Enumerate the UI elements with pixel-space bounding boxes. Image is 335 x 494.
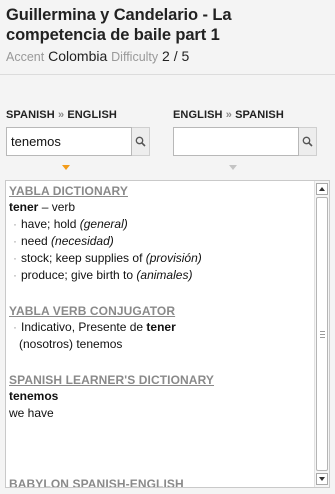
sense-note: (provisión) (145, 251, 202, 265)
sense-item: · have; hold (general) (13, 217, 128, 231)
grip-icon (320, 331, 325, 340)
scroll-down-button[interactable] (316, 473, 328, 485)
conjugation-line: · Indicativo, Presente de tener (13, 320, 176, 334)
conjugation-verb: tener (146, 320, 176, 334)
search-english-spanish: ENGLISH » SPANISH (173, 108, 317, 170)
yabla-dictionary-heading[interactable]: YABLA DICTIONARY (9, 183, 312, 199)
learners-headword: tenemos (9, 389, 59, 403)
direction-separator: » (225, 109, 232, 121)
learners-dictionary-heading[interactable]: SPANISH LEARNER'S DICTIONARY (9, 372, 312, 388)
sense-note: (necesidad) (51, 234, 114, 248)
lesson-header: Guillermina y Candelario - La competenci… (0, 0, 335, 72)
english-search-button[interactable] (299, 127, 317, 156)
sense-item: · stock; keep supplies of (provisión) (13, 251, 202, 265)
spanish-search-button[interactable] (132, 127, 150, 156)
difficulty-value: 2 / 5 (162, 48, 190, 64)
sense-text: produce; give birth to (21, 268, 134, 282)
sense-text: stock; keep supplies of (21, 251, 143, 265)
spanish-search-input[interactable] (6, 127, 132, 156)
verb-conjugator-heading[interactable]: YABLA VERB CONJUGATOR (9, 303, 312, 319)
search-to-language: ENGLISH (67, 109, 117, 121)
babylon-heading[interactable]: BABYLON SPANISH-ENGLISH (9, 476, 312, 487)
accent-value: Colombia (48, 48, 108, 64)
entry-part-of-speech: – verb (41, 200, 76, 214)
search-from-language: SPANISH (6, 109, 55, 121)
dictionary-results-panel[interactable]: YABLA DICTIONARY tener – verb · have; hol… (5, 180, 330, 488)
conjugation-tense: Indicativo, Presente de (21, 320, 144, 334)
sense-text: need (21, 234, 48, 248)
magnifier-icon (302, 136, 313, 147)
sense-item: · produce; give birth to (animales) (13, 268, 193, 282)
inactive-search-indicator-icon (229, 165, 237, 170)
search-direction-label: ENGLISH » SPANISH (173, 108, 317, 122)
results-content: YABLA DICTIONARY tener – verb · have; hol… (9, 181, 312, 487)
sense-note: (general) (79, 217, 128, 231)
search-direction-label: SPANISH » ENGLISH (6, 108, 150, 122)
magnifier-icon (135, 136, 146, 147)
results-scrollbar[interactable] (314, 181, 329, 487)
triangle-down-icon (319, 477, 325, 481)
learners-translation: we have (9, 406, 54, 420)
conjugation-form: (nosotros) tenemos (19, 337, 123, 351)
sense-text: have; hold (21, 217, 77, 231)
english-search-input[interactable] (173, 127, 299, 156)
triangle-up-icon (319, 187, 325, 191)
search-to-language: SPANISH (235, 109, 284, 121)
difficulty-label: Difficulty (111, 50, 159, 64)
sense-item: · need (necesidad) (13, 234, 114, 248)
accent-label: Accent (6, 50, 45, 64)
entry-headword: tener (9, 200, 39, 214)
scroll-up-button[interactable] (316, 183, 328, 195)
sense-note: (animales) (136, 268, 193, 282)
entry-headword-line: tener – verb (9, 199, 312, 216)
header-divider (0, 74, 335, 75)
direction-separator: » (57, 109, 65, 121)
scrollbar-thumb[interactable] (316, 197, 328, 471)
active-search-indicator-icon (62, 165, 70, 170)
lesson-title: Guillermina y Candelario - La competenci… (6, 6, 232, 44)
search-from-language: ENGLISH (173, 109, 223, 121)
lesson-meta: Accent Colombia Difficulty 2 / 5 (6, 47, 329, 66)
search-spanish-english: SPANISH » ENGLISH (6, 108, 150, 170)
